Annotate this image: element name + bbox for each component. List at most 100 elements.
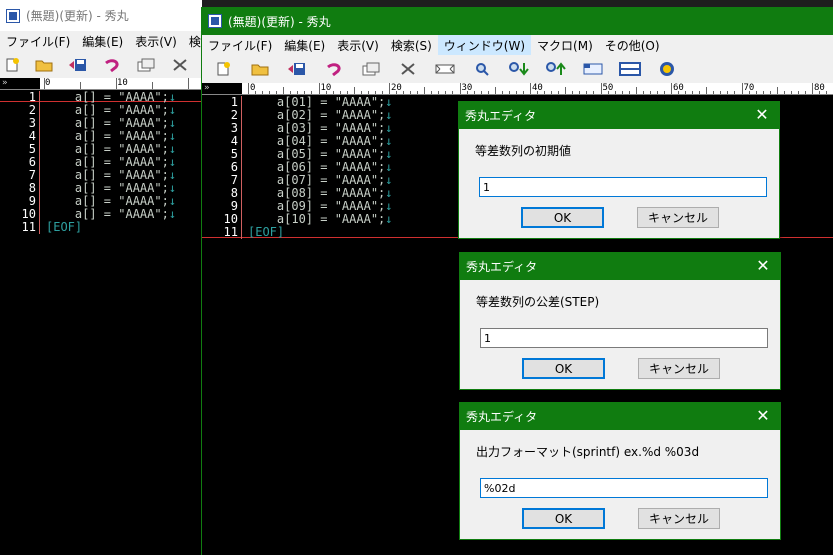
initial-value-input[interactable] [479,177,767,197]
ruler-tick [551,91,553,94]
output-format-input[interactable] [480,478,768,498]
eof-line: 11 [EOF] [0,221,82,234]
ruler-tick [290,91,292,94]
ruler-tick [699,91,701,94]
ruler-tick [755,91,757,94]
code-text: a[04] = "AAAA"; [248,134,386,148]
close-icon[interactable]: ✕ [753,105,771,124]
cancel-button[interactable]: キャンセル [637,207,719,228]
save-icon[interactable] [68,56,88,74]
return-mark: ↓ [168,168,177,182]
ruler-tick [473,91,475,94]
search-up-icon[interactable] [545,60,567,78]
ruler-tick [734,91,736,94]
gutter-separator [39,91,40,104]
help-icon[interactable] [656,60,678,78]
return-mark: ↓ [385,147,393,161]
front-title-bar[interactable]: (無題)(更新) - 秀丸 [202,7,833,35]
undo-icon[interactable] [103,56,121,74]
code-text: a[] = "AAAA"; [46,103,169,117]
code-text: a[09] = "AAAA"; [248,199,386,213]
copy-icon[interactable] [360,60,382,78]
ruler-tick [353,87,355,94]
search-down-icon[interactable] [508,60,530,78]
front-menu-edit[interactable]: 編集(E) [278,35,331,55]
ruler-tick [346,91,348,94]
ruler-tick [741,83,743,94]
front-menu-view[interactable]: 表示(V) [331,35,385,55]
cut-icon[interactable] [397,60,419,78]
gutter-separator [39,143,40,156]
ruler-tick [530,83,531,94]
new-file-icon[interactable] [4,56,20,74]
gutter-separator [241,174,242,187]
front-menu-window[interactable]: ウィンドウ(W) [437,35,532,55]
back-menu-edit[interactable]: 編集(E) [76,31,129,51]
code-text: a[] = "AAAA"; [46,207,169,221]
split-icon[interactable] [619,60,641,78]
dialog-title: 秀丸エディタ [466,410,538,424]
dialog-title-bar[interactable]: 秀丸エディタ ✕ [460,403,780,430]
back-menu-bar: ファイル(F) 編集(E) 表示(V) 検索 [0,31,202,51]
ruler-tick [776,87,778,94]
ruler-tick [579,91,581,94]
ruler-tick [790,91,792,94]
back-window-title: (無題)(更新) - 秀丸 [26,9,129,23]
open-folder-icon[interactable] [35,56,53,74]
close-icon[interactable]: ✕ [754,256,772,275]
copy-icon[interactable] [136,56,156,74]
ruler-tick [188,78,189,89]
code-text: a[] = "AAAA"; [46,129,169,143]
ok-button[interactable]: OK [522,508,605,529]
ok-button[interactable]: OK [521,207,604,228]
ruler-tick [515,91,517,94]
front-menu-file[interactable]: ファイル(F) [202,35,278,55]
new-file-icon[interactable] [212,60,234,78]
ruler-tick [44,78,45,89]
back-title-bar[interactable]: (無題)(更新) - 秀丸 [0,0,202,31]
step-value-input[interactable] [480,328,768,348]
ruler-tick [459,83,461,94]
front-menu-other[interactable]: その他(O) [599,35,666,55]
back-menu-view[interactable]: 表示(V) [129,31,183,51]
save-icon[interactable] [286,60,308,78]
front-ruler-corner: » [202,83,242,94]
ruler-tick [600,83,602,94]
search-icon[interactable] [471,60,493,78]
dialog-title-bar[interactable]: 秀丸エディタ ✕ [459,102,779,129]
ruler-tick [797,91,799,94]
ruler-tick [283,87,285,94]
back-menu-file[interactable]: ファイル(F) [0,31,76,51]
return-mark: ↓ [168,129,177,143]
code-text: a[] = "AAAA"; [46,168,169,182]
return-mark: ↓ [168,116,177,130]
ruler-tick [424,87,426,94]
return-mark: ↓ [385,121,393,135]
window-icon[interactable] [582,60,604,78]
return-mark: ↓ [168,181,177,195]
return-mark: ↓ [168,194,177,208]
front-menu-search[interactable]: 検索(S) [385,35,438,55]
close-icon[interactable]: ✕ [754,406,772,425]
undo-icon[interactable] [323,60,345,78]
paste-icon[interactable] [434,60,456,78]
ruler-tick [558,91,560,94]
open-folder-icon[interactable] [249,60,271,78]
code-text: a[] = "AAAA"; [46,116,169,130]
cut-icon[interactable] [171,56,189,74]
cancel-button[interactable]: キャンセル [638,508,720,529]
hidemaru-app-icon [208,14,222,28]
ok-button[interactable]: OK [522,358,605,379]
back-menu-search[interactable]: 検索 [183,31,202,51]
ruler-tick [381,91,383,94]
cancel-button[interactable]: キャンセル [638,358,720,379]
ruler-tick [720,91,722,94]
gutter-separator [241,122,242,135]
dialog-title-bar[interactable]: 秀丸エディタ ✕ [460,253,780,280]
front-menu-macro[interactable]: マクロ(M) [531,35,599,55]
back-editor-text-area[interactable]: 1 a[] = "AAAA";↓ 2 a[] = "AAAA";↓ 3 a[] = … [0,91,202,555]
ruler-tick [593,91,595,94]
code-text: a[08] = "AAAA"; [248,186,386,200]
return-mark: ↓ [385,212,393,226]
ruler-tick [494,87,496,94]
